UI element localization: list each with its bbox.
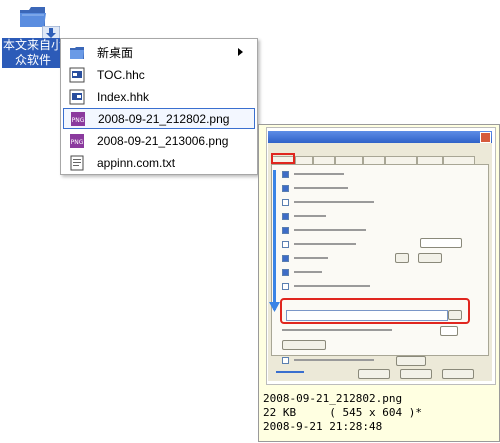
thumbnail-button	[442, 369, 474, 379]
submenu-arrow-icon	[238, 48, 243, 56]
menu-item-png-213006[interactable]: PNG 2008-09-21_213006.png	[63, 130, 253, 151]
thumbnail-checkbox-row	[282, 268, 322, 276]
arrow-head-icon	[269, 302, 280, 312]
thumbnail-button	[420, 238, 462, 248]
menu-item-new-desktop[interactable]: 新桌面	[63, 42, 253, 63]
menu-item-index-hhk[interactable]: Index.hhk	[63, 86, 253, 107]
menu-item-toc-hhc[interactable]: TOC.hhc	[63, 64, 253, 85]
hhc-file-icon	[69, 67, 85, 82]
preview-filename: 2008-09-21_212802.png	[263, 392, 403, 405]
preview-date: 2008-9-21 21:28:48	[263, 420, 383, 433]
thumbnail-button	[400, 369, 432, 379]
menu-item-label: TOC.hhc	[97, 67, 145, 82]
highlighted-tab	[271, 153, 295, 164]
hhk-file-icon	[69, 89, 85, 104]
thumbnail-checkbox-row	[282, 184, 348, 192]
preview-size: 22 KB ( 545 x 604 )*	[263, 406, 422, 419]
menu-item-png-212802[interactable]: PNG 2008-09-21_212802.png	[63, 108, 255, 129]
thumbnail-checkbox-row	[282, 282, 370, 290]
highlighted-field	[280, 298, 470, 324]
close-icon	[480, 132, 491, 143]
thumbnail-checkbox-row	[282, 212, 326, 220]
thumbnail-checkbox-row	[282, 254, 328, 262]
thumbnail-button	[282, 340, 326, 350]
png-file-icon: PNG	[71, 111, 85, 126]
menu-item-label: Index.hhk	[97, 89, 150, 104]
thumbnail-button	[418, 253, 442, 263]
menu-item-label: 新桌面	[97, 46, 134, 60]
folder-label[interactable]: 本文来自小众软件	[2, 38, 64, 68]
thumbnail-link	[276, 371, 304, 373]
svg-text:PNG: PNG	[71, 139, 84, 146]
png-file-icon: PNG	[70, 133, 84, 148]
thumbnail-checkbox-row	[282, 170, 344, 178]
menu-item-label: 2008-09-21_212802.png	[98, 111, 230, 126]
menu-item-label: 2008-09-21_213006.png	[97, 133, 229, 148]
thumbnail-button	[358, 369, 390, 379]
thumbnail-button	[396, 356, 426, 366]
thumbnail-button	[395, 253, 409, 263]
svg-text:PNG: PNG	[72, 117, 85, 124]
thumbnail-checkbox-row	[282, 226, 366, 234]
thumbnail-checkbox-row	[282, 356, 374, 364]
annotation-arrow	[273, 170, 276, 310]
thumbnail-dialog-titlebar	[268, 131, 492, 143]
thumbnail-checkbox-row	[282, 326, 392, 334]
folder-contents-menu: 新桌面 TOC.hhc Index.hhk PNG 2008-09-21_212…	[60, 38, 258, 175]
thumbnail-checkbox-row	[282, 240, 356, 248]
text-file-icon	[70, 155, 84, 170]
thumbnail-button	[448, 310, 462, 320]
menu-item-label: appinn.com.txt	[97, 155, 176, 170]
thumbnail-checkbox-row	[282, 198, 374, 206]
thumbnail-button	[440, 326, 458, 336]
folder-icon	[70, 46, 84, 59]
menu-item-appinn-txt[interactable]: appinn.com.txt	[63, 152, 253, 173]
